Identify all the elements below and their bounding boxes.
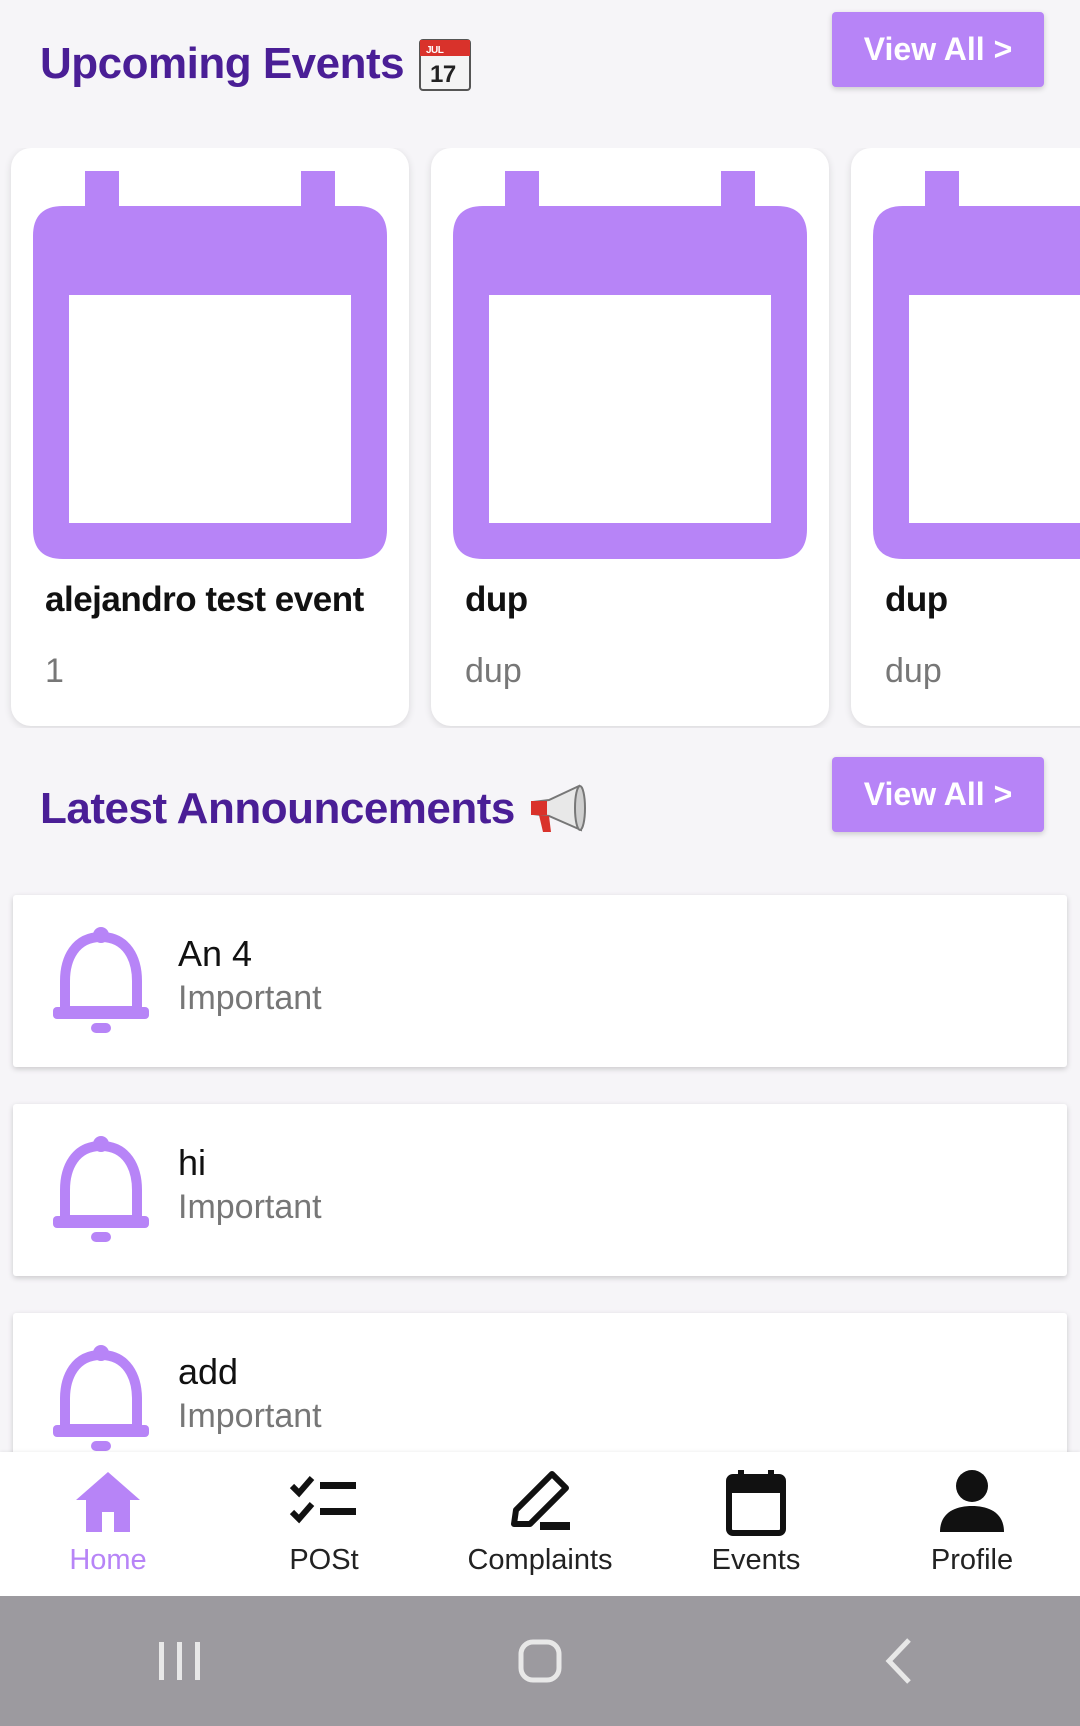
announcements-view-all-button[interactable]: View All > [832,757,1044,832]
nav-complaints-label: Complaints [467,1544,613,1576]
person-icon [940,1470,1004,1532]
nav-events-label: Events [711,1544,801,1576]
events-view-all-button[interactable]: View All > [832,12,1044,87]
event-card[interactable]: dup dup [431,148,829,726]
calendar-icon [726,1470,786,1536]
event-card[interactable]: alejandro test event 1 [11,148,409,726]
nav-post-label: POSt [289,1544,359,1576]
event-calendar-icon [873,171,1080,559]
bell-icon [53,1345,149,1451]
svg-text:17: 17 [430,61,456,88]
event-calendar-icon [453,171,807,559]
home-icon [76,1472,140,1532]
event-card-subtitle: dup [885,652,942,690]
events-title-text: Upcoming Events [40,39,405,88]
home-button-icon[interactable] [505,1626,575,1696]
nav-profile-label: Profile [930,1544,1014,1576]
nav-complaints[interactable]: Complaints [432,1452,648,1596]
bell-icon [53,927,149,1033]
announcements-title-text: Latest Announcements [40,784,515,833]
event-card[interactable]: dup dup [851,148,1080,726]
events-carousel[interactable]: alejandro test event 1 dup dup dup dup [0,148,1080,728]
nav-home[interactable]: Home [0,1452,216,1596]
event-calendar-icon [33,171,387,559]
calendar-emoji-icon: JUL 17 [419,39,472,91]
event-card-title: dup [885,580,948,619]
nav-post[interactable]: POSt [216,1452,432,1596]
back-icon[interactable] [865,1626,935,1696]
announcement-title: add [178,1351,239,1392]
announcement-subtitle: Important [178,1397,322,1435]
announcement-title: An 4 [178,933,253,974]
checklist-icon [289,1476,356,1524]
announcement-subtitle: Important [178,1188,322,1226]
recent-apps-icon[interactable] [145,1626,215,1696]
nav-home-label: Home [69,1544,147,1576]
event-card-subtitle: dup [465,652,522,690]
events-section-title: Upcoming Events JUL 17 [40,36,472,92]
announcements-section-title: Latest Announcements [40,782,587,836]
event-card-title: alejandro test event [45,580,364,619]
announcement-item[interactable]: An 4 Important [13,895,1067,1067]
nav-events[interactable]: Events [648,1452,864,1596]
svg-text:JUL: JUL [426,45,444,56]
bottom-navigation: Home POSt Complaints Events Profile [0,1452,1080,1596]
announcement-title: hi [178,1142,207,1183]
event-card-title: dup [465,580,528,619]
pencil-icon [511,1471,570,1530]
announcement-subtitle: Important [178,979,322,1017]
nav-profile[interactable]: Profile [864,1452,1080,1596]
announcement-item[interactable]: hi Important [13,1104,1067,1276]
bell-icon [53,1136,149,1242]
event-card-subtitle: 1 [45,652,64,690]
megaphone-icon [530,784,586,832]
system-navigation-bar [0,1596,1080,1726]
